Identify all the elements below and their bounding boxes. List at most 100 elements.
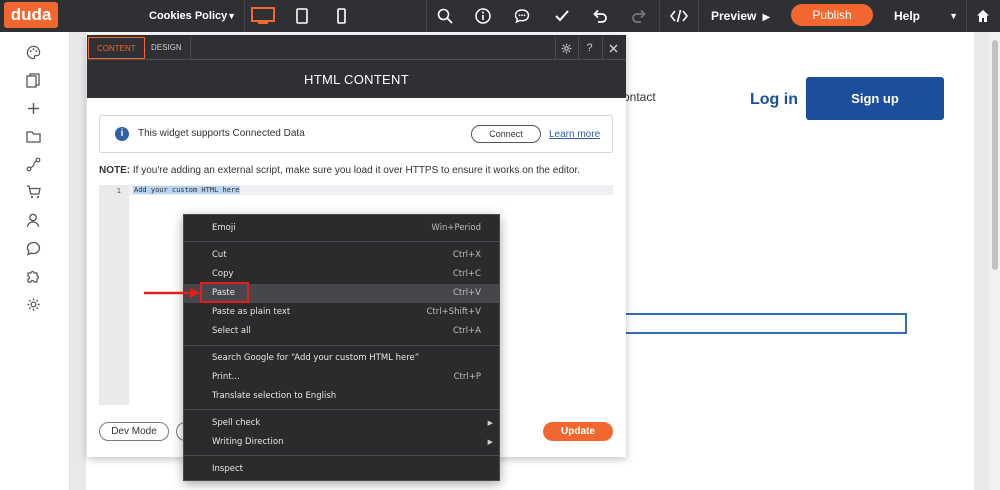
menu-item-shortcut: Ctrl+A [452,326,481,336]
info-button[interactable] [464,0,502,32]
menu-item-shortcut: Ctrl+P [453,372,481,382]
add-icon [27,102,39,114]
checkmark-button[interactable] [543,0,581,32]
page-selector[interactable]: Cookies Policy ▼ [138,0,244,32]
menu-item-search-google[interactable]: Search Google for “Add your custom HTML … [184,349,499,368]
check-icon [555,10,569,22]
code-button[interactable] [660,0,698,32]
chevron-down-icon: ▼ [227,11,236,21]
help-label: Help [894,9,921,23]
add-widget-button[interactable] [24,99,42,117]
tab-design[interactable]: DESIGN [143,37,191,59]
design-button[interactable] [24,43,42,61]
menu-separator [184,345,499,346]
chat-icon [26,241,40,256]
note-text: If you're adding an external script, mak… [130,165,581,176]
preview-button[interactable]: Preview ▶ [698,0,778,32]
menu-item-label: Spell check [212,418,261,428]
desktop-view-button[interactable] [244,0,282,32]
menu-item-print[interactable]: Print... Ctrl+P [184,368,499,387]
red-arrow-icon [144,288,200,298]
preview-label: Preview [711,9,757,23]
submenu-arrow-icon: ▶ [487,438,493,446]
comment-button[interactable] [503,0,541,32]
connect-icon [26,157,40,171]
menu-item-emoji[interactable]: Emoji Win+Period [184,219,499,238]
menu-item-writing-direction[interactable]: Writing Direction ▶ [184,433,499,452]
site-nav-contact-link[interactable]: ontact [623,90,656,104]
submenu-arrow-icon: ▶ [487,419,493,427]
menu-separator [184,455,499,456]
menu-item-label: Print... [212,372,240,382]
menu-item-paste-plain-text[interactable]: Paste as plain text Ctrl+Shift+V [184,303,499,322]
help-menu-button[interactable]: Help ▼ [884,0,966,32]
mobile-icon [336,8,346,24]
gear-icon [26,297,40,311]
menu-item-cut[interactable]: Cut Ctrl+X [184,246,499,265]
store-button[interactable] [24,183,42,201]
connect-button[interactable] [24,155,42,173]
panel-help-button[interactable]: ? [578,37,600,59]
info-icon: i [115,127,129,141]
update-button[interactable]: Update [543,422,613,441]
panel-header: CONTENT DESIGN ? HTML CONTENT [87,35,626,98]
note-label: NOTE: [99,165,131,176]
play-icon: ▶ [759,12,771,23]
line-number: 1 [116,187,121,195]
context-menu: Emoji Win+Period Cut Ctrl+X Copy Ctrl+C … [183,214,500,481]
menu-item-spell-check[interactable]: Spell check ▶ [184,414,499,433]
panel-close-button[interactable] [602,37,624,59]
menu-item-label: Search Google for “Add your custom HTML … [212,353,420,363]
https-note: NOTE: If you're adding an external scrip… [99,165,580,176]
pages-icon [26,72,40,88]
menu-item-inspect[interactable]: Inspect [184,460,499,479]
menu-item-label: Paste as plain text [212,307,291,317]
tab-content[interactable]: CONTENT [88,37,145,59]
code-placeholder-selection[interactable]: Add your custom HTML here [133,186,241,194]
home-button[interactable] [966,0,1000,32]
tablet-view-button[interactable] [283,0,321,32]
users-button[interactable] [24,211,42,229]
search-button[interactable] [426,0,464,32]
cart-icon [26,185,41,199]
home-icon [977,10,989,22]
menu-item-shortcut: Ctrl+V [452,288,481,298]
selected-widget-outline [622,313,907,334]
duda-logo[interactable]: duda [4,2,58,28]
puzzle-icon [26,270,39,283]
menu-item-shortcut: Ctrl+Shift+V [426,307,481,317]
apps-button[interactable] [24,267,42,285]
mobile-view-button[interactable] [322,0,360,32]
site-login-link[interactable]: Log in [750,91,798,109]
close-icon [609,44,618,52]
menu-item-select-all[interactable]: Select all Ctrl+A [184,322,499,341]
menu-item-translate[interactable]: Translate selection to English [184,387,499,406]
undo-button[interactable] [581,0,619,32]
pages-button[interactable] [24,71,42,89]
palette-icon [26,45,40,59]
gear-icon [561,43,572,53]
menu-item-label: Writing Direction [212,437,284,447]
menu-item-label: Inspect [212,464,243,474]
redo-icon [632,9,646,23]
line-number-gutter [99,185,129,405]
site-signup-button[interactable]: Sign up [806,77,944,120]
menu-item-shortcut: Ctrl+C [452,269,481,279]
scrollbar-thumb[interactable] [992,40,998,270]
publish-button[interactable]: Publish [791,4,873,26]
dev-mode-button[interactable]: Dev Mode [99,422,169,441]
content-library-button[interactable] [24,127,42,145]
tablet-icon [296,8,308,24]
chevron-down-icon: ▼ [949,11,958,21]
top-toolbar: duda Cookies Policy ▼ Preview ▶ Publish [0,0,1000,32]
menu-item-shortcut: Win+Period [431,223,481,233]
connect-button[interactable]: Connect [471,125,541,143]
redo-button[interactable] [620,0,658,32]
learn-more-link[interactable]: Learn more [549,129,600,140]
comment-icon [514,9,530,24]
connected-data-notice: i This widget supports Connected Data Co… [99,115,613,153]
left-sidebar [0,32,70,490]
comments-button[interactable] [24,239,42,257]
panel-settings-button[interactable] [555,37,577,59]
settings-button[interactable] [24,295,42,313]
